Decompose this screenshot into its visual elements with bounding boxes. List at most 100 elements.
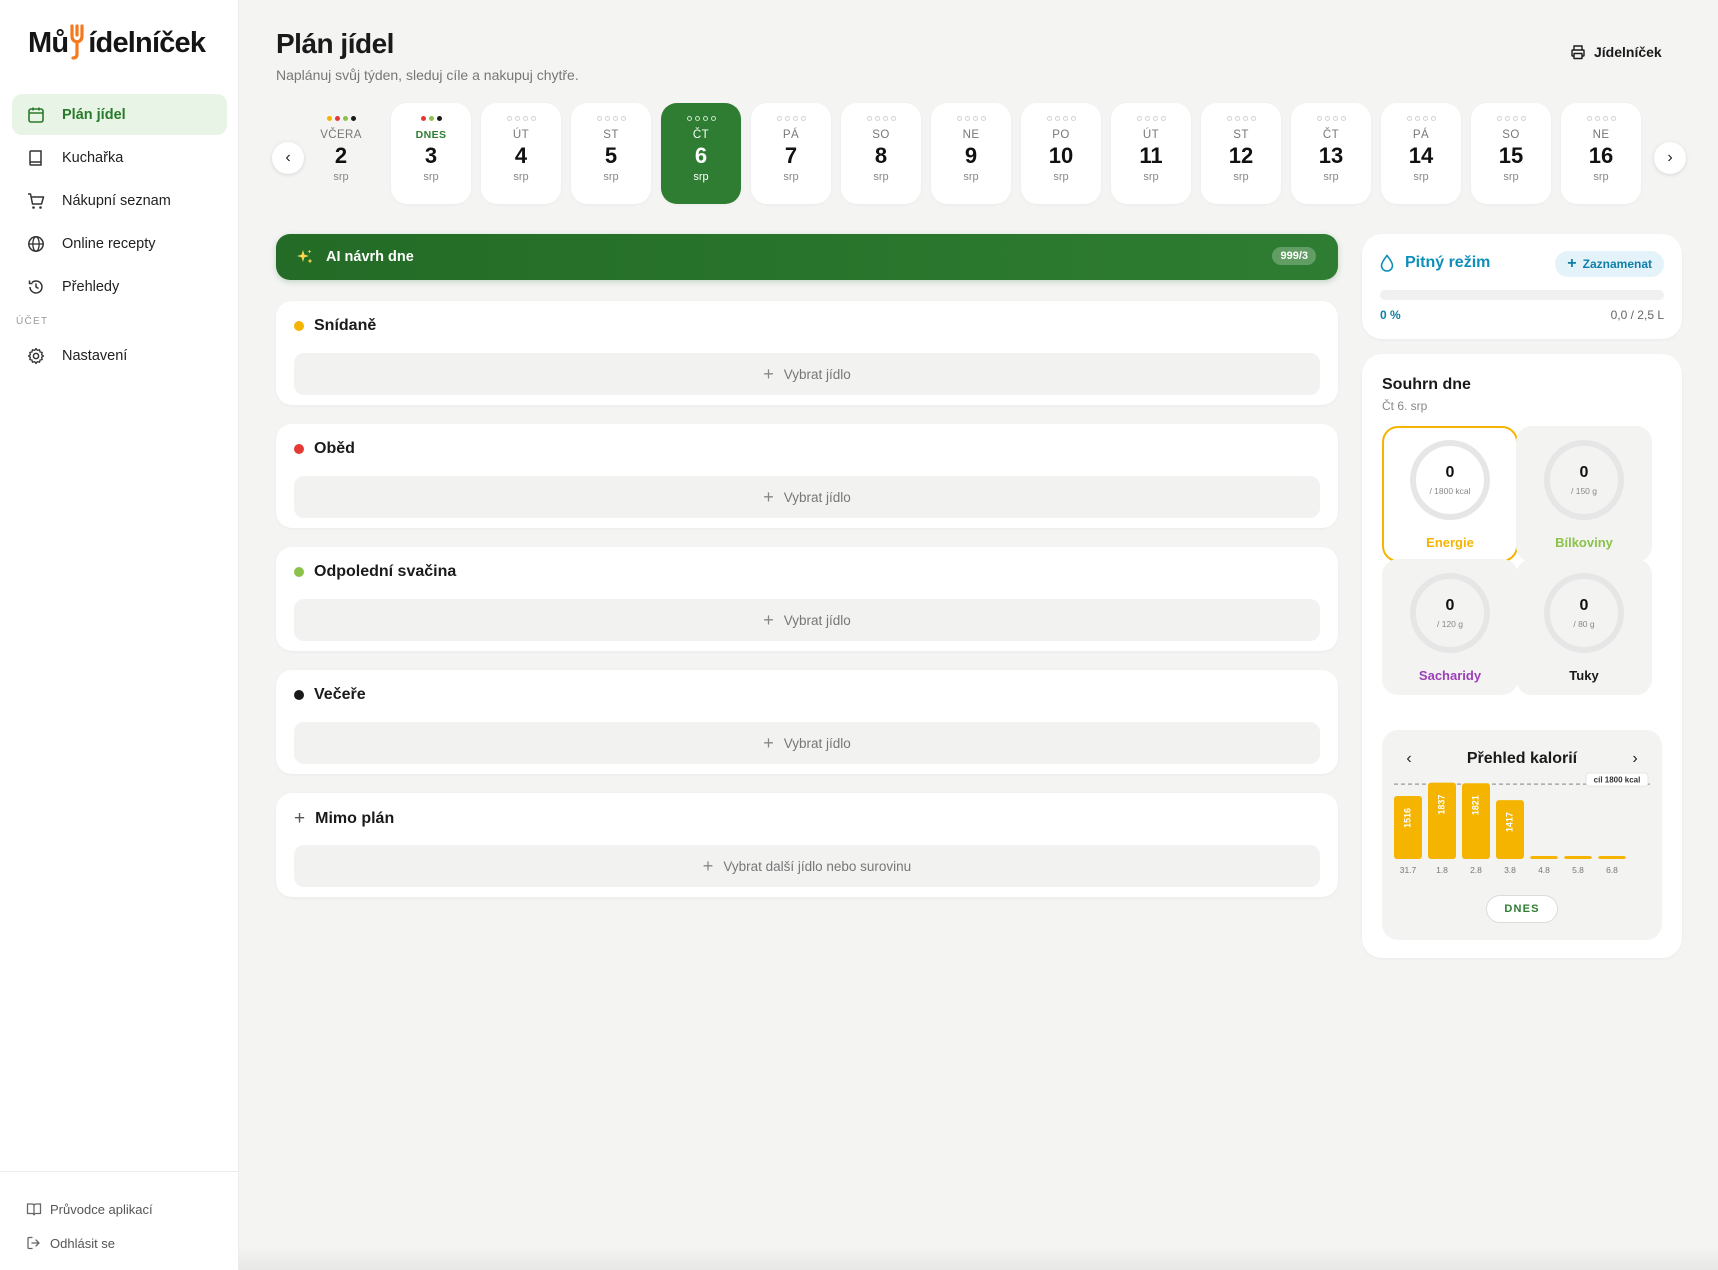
gear-icon (26, 346, 46, 366)
macro-tile-1[interactable]: 0 / 1800 kcal Energie (1382, 426, 1518, 562)
day-10[interactable]: PO 10 srp (1021, 103, 1101, 204)
meal-status-dot (620, 116, 626, 121)
meal-status-dots (326, 115, 356, 122)
meal-header: Oběd (294, 440, 355, 458)
day-15[interactable]: SO 15 srp (1471, 103, 1551, 204)
macro-progress-ring: 0 / 80 g (1544, 573, 1624, 653)
meal-name: Snídaně (314, 317, 377, 334)
meal-status-dot (334, 116, 340, 121)
water-intake-card: Pitný režim + Zaznamenat 0 % 0,0 / 2,5 L (1362, 234, 1682, 339)
macro-tile-2[interactable]: 0 / 150 g Bílkoviny (1516, 426, 1652, 562)
sidebar-item-settings[interactable]: Nastavení (12, 335, 227, 376)
meal-status-dot (882, 116, 888, 121)
next-days-button[interactable]: › (1654, 142, 1686, 174)
plus-icon: + (763, 363, 774, 384)
day-14[interactable]: PÁ 14 srp (1381, 103, 1461, 204)
day-number: 14 (1408, 143, 1434, 168)
meal-status-dot (1586, 116, 1592, 121)
sidebar-item-online-recipes[interactable]: Online recepty (12, 223, 227, 264)
day-weekday: SO (872, 129, 890, 141)
macro-name: Energie (1426, 535, 1474, 550)
logout-link[interactable]: Odhlásit se (0, 1226, 239, 1260)
logout-icon (26, 1235, 42, 1251)
sidebar-item-label: Online recepty (62, 235, 156, 252)
meal-status-dot (1406, 116, 1412, 121)
macro-tile-4[interactable]: 0 / 80 g Tuky (1516, 559, 1652, 695)
meal-status-dot (1062, 116, 1068, 121)
day-5[interactable]: ST 5 srp (571, 103, 651, 204)
day-16[interactable]: NE 16 srp (1561, 103, 1641, 204)
macro-tile-3[interactable]: 0 / 120 g Sacharidy (1382, 559, 1518, 695)
day-number: 4 (514, 143, 528, 168)
calorie-overview-title: Přehled kalorií (1466, 750, 1578, 767)
ai-suggestion-banner[interactable]: AI návrh dne 999/3 (276, 234, 1338, 280)
day-weekday: ST (603, 129, 619, 141)
select-food-button[interactable]: + Vybrat jídlo (294, 353, 1320, 395)
day-2[interactable]: VČERA 2 srp (301, 103, 381, 204)
tick-label-31.7: 31.7 (1400, 865, 1417, 875)
day-12[interactable]: ST 12 srp (1201, 103, 1281, 204)
select-food-label: Vybrat jídlo (783, 366, 851, 382)
day-number: 11 (1139, 143, 1163, 168)
app-guide-link[interactable]: Průvodce aplikací (0, 1192, 239, 1226)
macro-value: 0 (1579, 596, 1589, 614)
meal-status-dot (522, 116, 528, 121)
macro-target: / 1800 kcal (1429, 485, 1471, 496)
sidebar-item-cookbook[interactable]: Kuchařka (12, 137, 227, 178)
select-food-button[interactable]: + Vybrat jídlo (294, 476, 1320, 518)
meal-status-dot (686, 116, 692, 121)
meal-status-dots (1136, 115, 1166, 122)
meal-status-dot (980, 116, 986, 121)
sidebar-item-label: Nastavení (62, 347, 128, 364)
sidebar-item-overviews[interactable]: Přehledy (12, 266, 227, 307)
plus-icon: + (702, 855, 714, 876)
next-week-button[interactable]: › (1623, 747, 1647, 771)
meal-status-dots (956, 115, 986, 122)
day-number: 15 (1498, 143, 1524, 168)
day-4[interactable]: ÚT 4 srp (481, 103, 561, 204)
day-8[interactable]: SO 8 srp (841, 103, 921, 204)
meal-status-dot (1414, 116, 1420, 121)
day-11[interactable]: ÚT 11 srp (1111, 103, 1191, 204)
sidebar-item-shopping-list[interactable]: Nákupní seznam (12, 180, 227, 221)
day-month: srp (1053, 171, 1069, 183)
day-number: 7 (784, 143, 798, 168)
day-number: 2 (334, 143, 348, 168)
meal-card: Večeře + Vybrat jídlo (276, 670, 1338, 774)
meal-status-dot (1422, 116, 1428, 121)
meal-name: Mimo plán (315, 809, 395, 827)
day-7[interactable]: PÁ 7 srp (751, 103, 831, 204)
day-number: 9 (964, 143, 978, 168)
select-food-button[interactable]: + Vybrat jídlo (294, 599, 1320, 641)
day-month: srp (1233, 171, 1249, 183)
plus-icon: + (763, 486, 774, 507)
bar-value-label: 1516 (1402, 808, 1412, 828)
prev-days-button[interactable]: ‹ (272, 142, 304, 174)
print-menu-button[interactable]: Jídelníček (1570, 44, 1662, 60)
meal-status-dot (1512, 116, 1518, 121)
meal-status-dots (1406, 115, 1436, 122)
select-food-button[interactable]: + Vybrat jídlo (294, 722, 1320, 764)
sidebar-item-meal-plan[interactable]: Plán jídel (12, 94, 227, 135)
app-logo[interactable]: Mů ídelníček (28, 24, 206, 60)
day-13[interactable]: ČT 13 srp (1291, 103, 1371, 204)
day-weekday: PÁ (1412, 129, 1430, 141)
plus-icon: + (294, 808, 306, 829)
record-water-button[interactable]: + Zaznamenat (1555, 251, 1664, 277)
day-9[interactable]: NE 9 srp (931, 103, 1011, 204)
today-button[interactable]: DNES (1486, 895, 1558, 923)
meal-status-dot (420, 116, 426, 121)
bar-1.8 (1428, 782, 1456, 859)
bottom-shade (239, 1246, 1718, 1270)
meal-status-dots (506, 115, 536, 122)
day-3[interactable]: DNES 3 srp (391, 103, 471, 204)
day-6[interactable]: ČT 6 srp (661, 103, 741, 204)
sidebar-footer: Průvodce aplikací Odhlásit se (0, 1171, 239, 1260)
meal-status-dot (890, 116, 896, 121)
water-percent: 0 % (1380, 308, 1401, 322)
plus-icon: + (1567, 255, 1577, 272)
chevron-right-icon: › (1667, 149, 1673, 166)
meal-status-dot (514, 116, 520, 121)
select-food-button[interactable]: + Vybrat další jídlo nebo surovinu (294, 845, 1320, 887)
target-label: cíl 1800 kcal (1594, 776, 1641, 785)
